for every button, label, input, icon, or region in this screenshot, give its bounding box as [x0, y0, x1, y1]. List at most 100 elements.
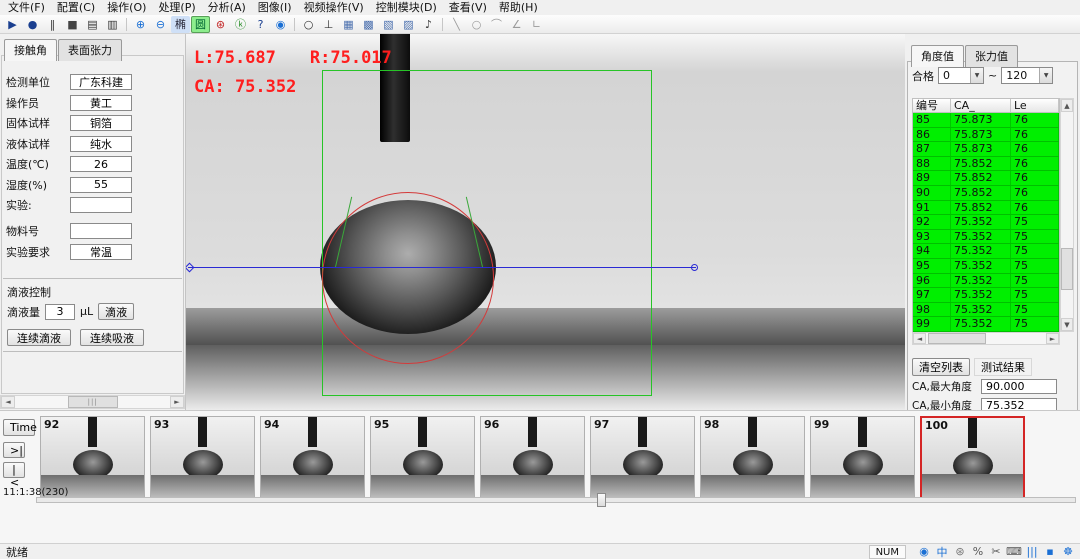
table-row[interactable]: 9175.85276: [913, 201, 1059, 216]
capture-icon[interactable]: ▥: [103, 16, 122, 33]
globe-icon[interactable]: ◉: [271, 16, 290, 33]
hscroll-track[interactable]: [926, 333, 1046, 344]
table-row[interactable]: 9675.35275: [913, 274, 1059, 289]
hscroll-thumb[interactable]: |||: [68, 396, 118, 408]
tab-angle-values[interactable]: 角度值: [911, 45, 964, 67]
seek-slider[interactable]: [36, 497, 1076, 503]
keyboard-icon[interactable]: ⌨: [1006, 544, 1022, 559]
tab-contact-angle[interactable]: 接触角: [4, 39, 57, 61]
frame-thumbnail-100[interactable]: 100: [920, 416, 1025, 500]
step-forward-button[interactable]: >|: [3, 442, 25, 458]
frame-thumbnail-97[interactable]: 97: [590, 416, 695, 500]
punctuation-icon[interactable]: %: [970, 544, 986, 559]
pause-icon[interactable]: ‖: [43, 16, 62, 33]
vscroll-track[interactable]: [1061, 112, 1073, 318]
table-row[interactable]: 8675.87376: [913, 128, 1059, 143]
signal-bars-icon[interactable]: |||: [1024, 544, 1040, 559]
ime-settings-icon[interactable]: ⊛: [952, 544, 968, 559]
table-row[interactable]: 8575.87376: [913, 113, 1059, 128]
table-row[interactable]: 9075.85276: [913, 186, 1059, 201]
left-panel-hscrollbar[interactable]: ◄ ||| ►: [0, 395, 185, 409]
table-row[interactable]: 9475.35275: [913, 244, 1059, 259]
drop-volume-input[interactable]: [45, 304, 75, 320]
menu-item-view[interactable]: 查看(V): [443, 0, 493, 15]
column-header-ca[interactable]: CA_: [951, 99, 1011, 112]
table-row[interactable]: 8775.87376: [913, 142, 1059, 157]
menu-item-file[interactable]: 文件(F): [2, 0, 51, 15]
tab-tension-values[interactable]: 张力值: [965, 45, 1018, 67]
experiment-input[interactable]: [70, 197, 132, 213]
menu-item-image[interactable]: 图像(I): [252, 0, 298, 15]
time-button[interactable]: Time: [3, 419, 35, 436]
k-factor-icon[interactable]: ⓚ: [231, 16, 250, 33]
corner-tool-icon[interactable]: ∟: [527, 16, 546, 33]
frame-thumbnail-94[interactable]: 94: [260, 416, 365, 500]
ime-lang-icon[interactable]: 中: [934, 544, 950, 559]
camera-icon[interactable]: ▤: [83, 16, 102, 33]
scroll-right-icon[interactable]: ►: [1046, 333, 1059, 344]
material-no-input[interactable]: [70, 223, 132, 239]
frame-right-icon[interactable]: ▨: [399, 16, 418, 33]
continuous-drop-button[interactable]: 连续滴液: [7, 329, 71, 346]
scroll-right-icon[interactable]: ►: [170, 396, 184, 408]
frame-thumbnail-96[interactable]: 96: [480, 416, 585, 500]
table-row[interactable]: 9975.35275: [913, 317, 1059, 332]
record-icon[interactable]: ●: [23, 16, 42, 33]
angle-tool-icon[interactable]: ∠: [507, 16, 526, 33]
requirement-input[interactable]: [70, 244, 132, 260]
operator-input[interactable]: [70, 95, 132, 111]
ime-user-icon[interactable]: ◉: [916, 544, 932, 559]
scroll-left-icon[interactable]: ◄: [913, 333, 926, 344]
menu-item-operation[interactable]: 操作(O): [101, 0, 152, 15]
frame-thumbnail-98[interactable]: 98: [700, 416, 805, 500]
test-result-button[interactable]: 测试结果: [974, 358, 1032, 376]
scroll-left-icon[interactable]: ◄: [1, 396, 15, 408]
baseline-right-handle[interactable]: [691, 264, 698, 271]
column-header-le[interactable]: Le: [1011, 99, 1059, 112]
menu-item-video-ops[interactable]: 视频操作(V): [298, 0, 370, 15]
square-icon[interactable]: ▪: [1042, 544, 1058, 559]
frame-thumbnail-99[interactable]: 99: [810, 416, 915, 500]
table-row[interactable]: 9875.35275: [913, 303, 1059, 318]
play-icon[interactable]: ▶: [3, 16, 22, 33]
menu-item-process[interactable]: 处理(P): [152, 0, 201, 15]
image-fill-icon[interactable]: ▩: [359, 16, 378, 33]
frame-left-icon[interactable]: ▧: [379, 16, 398, 33]
column-header-id[interactable]: 编号: [913, 99, 951, 112]
clear-list-button[interactable]: 清空列表: [912, 358, 970, 376]
dropdown-icon[interactable]: ▼: [970, 68, 983, 83]
table-vscrollbar[interactable]: ▲ ▼: [1060, 98, 1074, 332]
baseline-line[interactable]: [188, 267, 696, 268]
frame-thumbnail-95[interactable]: 95: [370, 416, 475, 500]
menu-item-config[interactable]: 配置(C): [51, 0, 101, 15]
circle-tool-icon[interactable]: ○: [467, 16, 486, 33]
scroll-down-icon[interactable]: ▼: [1061, 318, 1073, 331]
table-row[interactable]: 9775.35275: [913, 288, 1059, 303]
table-row[interactable]: 9275.35275: [913, 215, 1059, 230]
speaker-icon[interactable]: ♪: [419, 16, 438, 33]
test-unit-input[interactable]: [70, 74, 132, 90]
menu-item-help[interactable]: 帮助(H): [493, 0, 544, 15]
table-row[interactable]: 9375.35275: [913, 230, 1059, 245]
table-hscrollbar[interactable]: ◄ ►: [912, 332, 1060, 345]
cut-icon[interactable]: ✂: [988, 544, 1004, 559]
dropdown-icon[interactable]: ▼: [1039, 68, 1052, 83]
table-row[interactable]: 8975.85276: [913, 171, 1059, 186]
hscroll-track[interactable]: |||: [15, 396, 170, 408]
circle-fit-button[interactable]: 圆: [191, 16, 210, 33]
stop-icon[interactable]: ■: [63, 16, 82, 33]
table-row[interactable]: 8875.85276: [913, 157, 1059, 172]
crosshair-icon[interactable]: ⊕: [131, 16, 150, 33]
drop-button[interactable]: 滴液: [98, 303, 134, 320]
young-laplace-icon[interactable]: ⊛: [211, 16, 230, 33]
hscroll-thumb[interactable]: [928, 333, 986, 344]
max-angle-value[interactable]: [981, 379, 1057, 394]
help-icon[interactable]: ?: [251, 16, 270, 33]
step-back-button[interactable]: |<: [3, 462, 25, 478]
frame-thumbnail-93[interactable]: 93: [150, 416, 255, 500]
liquid-sample-input[interactable]: [70, 136, 132, 152]
temperature-input[interactable]: [70, 156, 132, 172]
ellipse-fit-button[interactable]: 椭: [171, 16, 190, 33]
tab-surface-tension[interactable]: 表面张力: [58, 39, 122, 61]
range-from-select[interactable]: 0 ▼: [938, 67, 984, 84]
